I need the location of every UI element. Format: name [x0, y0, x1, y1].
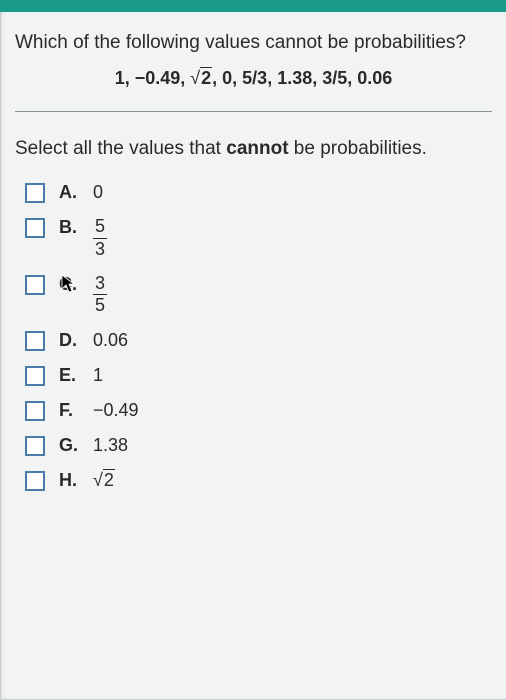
option-value-g: 1.38 — [93, 435, 128, 456]
checkbox-g[interactable] — [25, 436, 45, 456]
separator — [15, 111, 492, 112]
option-letter-b: B. — [59, 217, 79, 238]
option-value-a: 0 — [93, 182, 103, 203]
options-list: A. 0 B. 5 3 C. 3 5 — [15, 182, 492, 491]
option-letter-c: C. — [59, 274, 79, 295]
sqrt-arg: 2 — [200, 67, 212, 88]
instruction-text: Select all the values that cannot be pro… — [15, 138, 492, 160]
checkbox-a[interactable] — [25, 183, 45, 203]
fraction-c-num: 3 — [93, 274, 107, 294]
instruction-post: be probabilities. — [289, 138, 427, 159]
sqrt-h-arg: 2 — [103, 469, 115, 490]
option-value-c: 3 5 — [93, 274, 107, 317]
question-panel: Which of the following values cannot be … — [0, 12, 506, 700]
checkbox-c[interactable] — [25, 275, 45, 295]
option-h: H. √2 — [25, 470, 492, 491]
option-letter-f: F. — [59, 400, 79, 421]
option-f: F. −0.49 — [25, 400, 492, 421]
checkbox-f[interactable] — [25, 401, 45, 421]
option-b: B. 5 3 — [25, 217, 492, 260]
values-list: 1, −0.49, √2, 0, 5/3, 1.38, 3/5, 0.06 — [15, 68, 492, 89]
option-letter-a: A. — [59, 182, 79, 203]
checkbox-h[interactable] — [25, 471, 45, 491]
fraction-b-den: 3 — [93, 240, 107, 260]
option-letter-e: E. — [59, 365, 79, 386]
fraction-c: 3 5 — [93, 274, 107, 317]
option-value-d: 0.06 — [93, 330, 128, 351]
option-value-h: √2 — [93, 470, 115, 491]
option-value-e: 1 — [93, 365, 103, 386]
sqrt-symbol: √2 — [190, 68, 212, 89]
fraction-c-den: 5 — [93, 296, 107, 316]
option-e: E. 1 — [25, 365, 492, 386]
option-value-f: −0.49 — [93, 400, 139, 421]
option-letter-g: G. — [59, 435, 79, 456]
fraction-b: 5 3 — [93, 217, 107, 260]
values-part1: 1, −0.49, — [115, 68, 191, 88]
checkbox-e[interactable] — [25, 366, 45, 386]
option-c: C. 3 5 — [25, 274, 492, 317]
instruction-bold: cannot — [226, 138, 288, 159]
option-letter-d: D. — [59, 330, 79, 351]
values-part2: , 0, 5/3, 1.38, 3/5, 0.06 — [212, 68, 392, 88]
option-g: G. 1.38 — [25, 435, 492, 456]
instruction-pre: Select all the values that — [15, 138, 226, 159]
fraction-b-num: 5 — [93, 217, 107, 237]
app-topbar — [0, 0, 506, 12]
question-text: Which of the following values cannot be … — [15, 32, 492, 54]
checkbox-b[interactable] — [25, 218, 45, 238]
option-letter-h: H. — [59, 470, 79, 491]
option-a: A. 0 — [25, 182, 492, 203]
sqrt-h: √2 — [93, 470, 115, 491]
checkbox-d[interactable] — [25, 331, 45, 351]
option-value-b: 5 3 — [93, 217, 107, 260]
option-d: D. 0.06 — [25, 330, 492, 351]
